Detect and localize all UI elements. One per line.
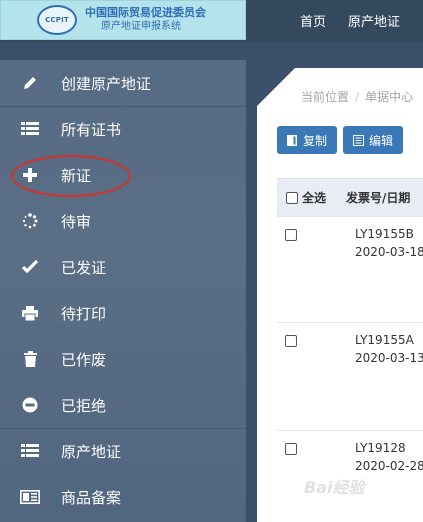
copy-label: 复制 bbox=[303, 133, 328, 148]
invoice-date: 2020-02-28 bbox=[355, 459, 423, 473]
row-checkbox[interactable] bbox=[285, 443, 297, 455]
breadcrumb-current-location: 当前位置 bbox=[301, 90, 350, 104]
sidebar-item-label: 已作废 bbox=[61, 350, 107, 369]
sidebar-item-issued[interactable]: 已发证 bbox=[0, 244, 246, 290]
select-all-label: 全选 bbox=[302, 191, 327, 205]
minus-circle-icon bbox=[20, 395, 40, 415]
invoice-date: 2020-03-13 bbox=[355, 351, 423, 365]
spinner-icon bbox=[20, 211, 40, 231]
copy-button[interactable]: 复制 bbox=[277, 126, 338, 154]
row-checkbox[interactable] bbox=[285, 335, 297, 347]
plus-icon bbox=[20, 165, 40, 185]
invoice-number: LY19128 bbox=[355, 441, 406, 455]
sidebar-item-label: 已发证 bbox=[61, 258, 107, 277]
logo[interactable]: CCPIT 中国国际贸易促进委员会 原产地证申报系统 bbox=[0, 0, 246, 40]
sidebar-item-label: 已拒绝 bbox=[61, 396, 107, 415]
ccpit-logo-icon: CCPIT bbox=[37, 5, 77, 35]
id-card-icon bbox=[20, 487, 40, 507]
sidebar-item-rejected[interactable]: 已拒绝 bbox=[0, 382, 246, 428]
sidebar-item-label: 原产地证 bbox=[61, 442, 122, 461]
sidebar-item-label: 所有证书 bbox=[61, 120, 122, 139]
invoice-date: 2020-03-18 bbox=[355, 245, 423, 259]
corner-fold bbox=[257, 68, 295, 106]
sidebar-item-certificate-of-origin[interactable]: 原产地证 bbox=[0, 428, 246, 474]
sidebar-item-voided[interactable]: 已作废 bbox=[0, 336, 246, 382]
row-checkbox[interactable] bbox=[285, 229, 297, 241]
table-row[interactable]: LY19155B 2020-03-18 bbox=[277, 216, 423, 322]
sidebar-item-all-certificates[interactable]: 所有证书 bbox=[0, 106, 246, 152]
breadcrumb: 当前位置 / 单据中心 bbox=[301, 90, 414, 104]
table-row[interactable]: LY19155A 2020-03-13 bbox=[277, 322, 423, 430]
sidebar-item-label: 待审 bbox=[61, 212, 92, 231]
watermark: Bai经验 bbox=[304, 478, 365, 497]
invoice-number: LY19155A bbox=[355, 333, 414, 347]
logo-text: CCPIT bbox=[45, 16, 69, 24]
main-panel: 当前位置 / 单据中心 复制 编辑 全选 发票号/日期 LY19155B 2020-… bbox=[257, 68, 423, 522]
sidebar-item-label: 新证 bbox=[61, 166, 92, 185]
breadcrumb-document-center[interactable]: 单据中心 bbox=[365, 90, 413, 104]
top-nav: 首页 原产地证 bbox=[300, 0, 422, 40]
sidebar-item-label: 商品备案 bbox=[61, 488, 122, 507]
invoice-date-header[interactable]: 发票号/日期 bbox=[346, 189, 410, 206]
sidebar-item-label: 创建原产地证 bbox=[61, 74, 152, 93]
list-icon bbox=[20, 441, 40, 461]
list-icon bbox=[20, 119, 40, 139]
top-header: CCPIT 中国国际贸易促进委员会 原产地证申报系统 首页 原产地证 bbox=[0, 0, 423, 42]
sidebar-item-label: 待打印 bbox=[61, 304, 107, 323]
trash-icon bbox=[20, 349, 40, 369]
sidebar-item-new[interactable]: 新证 bbox=[0, 152, 246, 198]
printer-icon bbox=[20, 303, 40, 323]
check-icon bbox=[20, 257, 40, 277]
org-name: 中国国际贸易促进委员会 bbox=[85, 6, 206, 19]
edit-button[interactable]: 编辑 bbox=[343, 126, 404, 154]
copy-icon bbox=[287, 134, 297, 146]
invoice-number: LY19155B bbox=[355, 227, 414, 241]
table-header: 全选 发票号/日期 bbox=[277, 178, 423, 216]
toolbar: 复制 编辑 bbox=[277, 126, 409, 154]
system-name: 原产地证申报系统 bbox=[101, 21, 181, 32]
nav-certificate-of-origin[interactable]: 原产地证 bbox=[348, 11, 400, 30]
pencil-icon bbox=[20, 73, 40, 93]
sidebar-item-create[interactable]: 创建原产地证 bbox=[0, 60, 246, 106]
sidebar-item-to-print[interactable]: 待打印 bbox=[0, 290, 246, 336]
nav-home[interactable]: 首页 bbox=[300, 11, 326, 30]
sidebar-item-product-registration[interactable]: 商品备案 bbox=[0, 474, 246, 520]
sidebar-item-pending[interactable]: 待审 bbox=[0, 198, 246, 244]
select-all-checkbox[interactable] bbox=[286, 191, 298, 204]
edit-icon bbox=[353, 134, 365, 146]
edit-label: 编辑 bbox=[369, 133, 394, 148]
